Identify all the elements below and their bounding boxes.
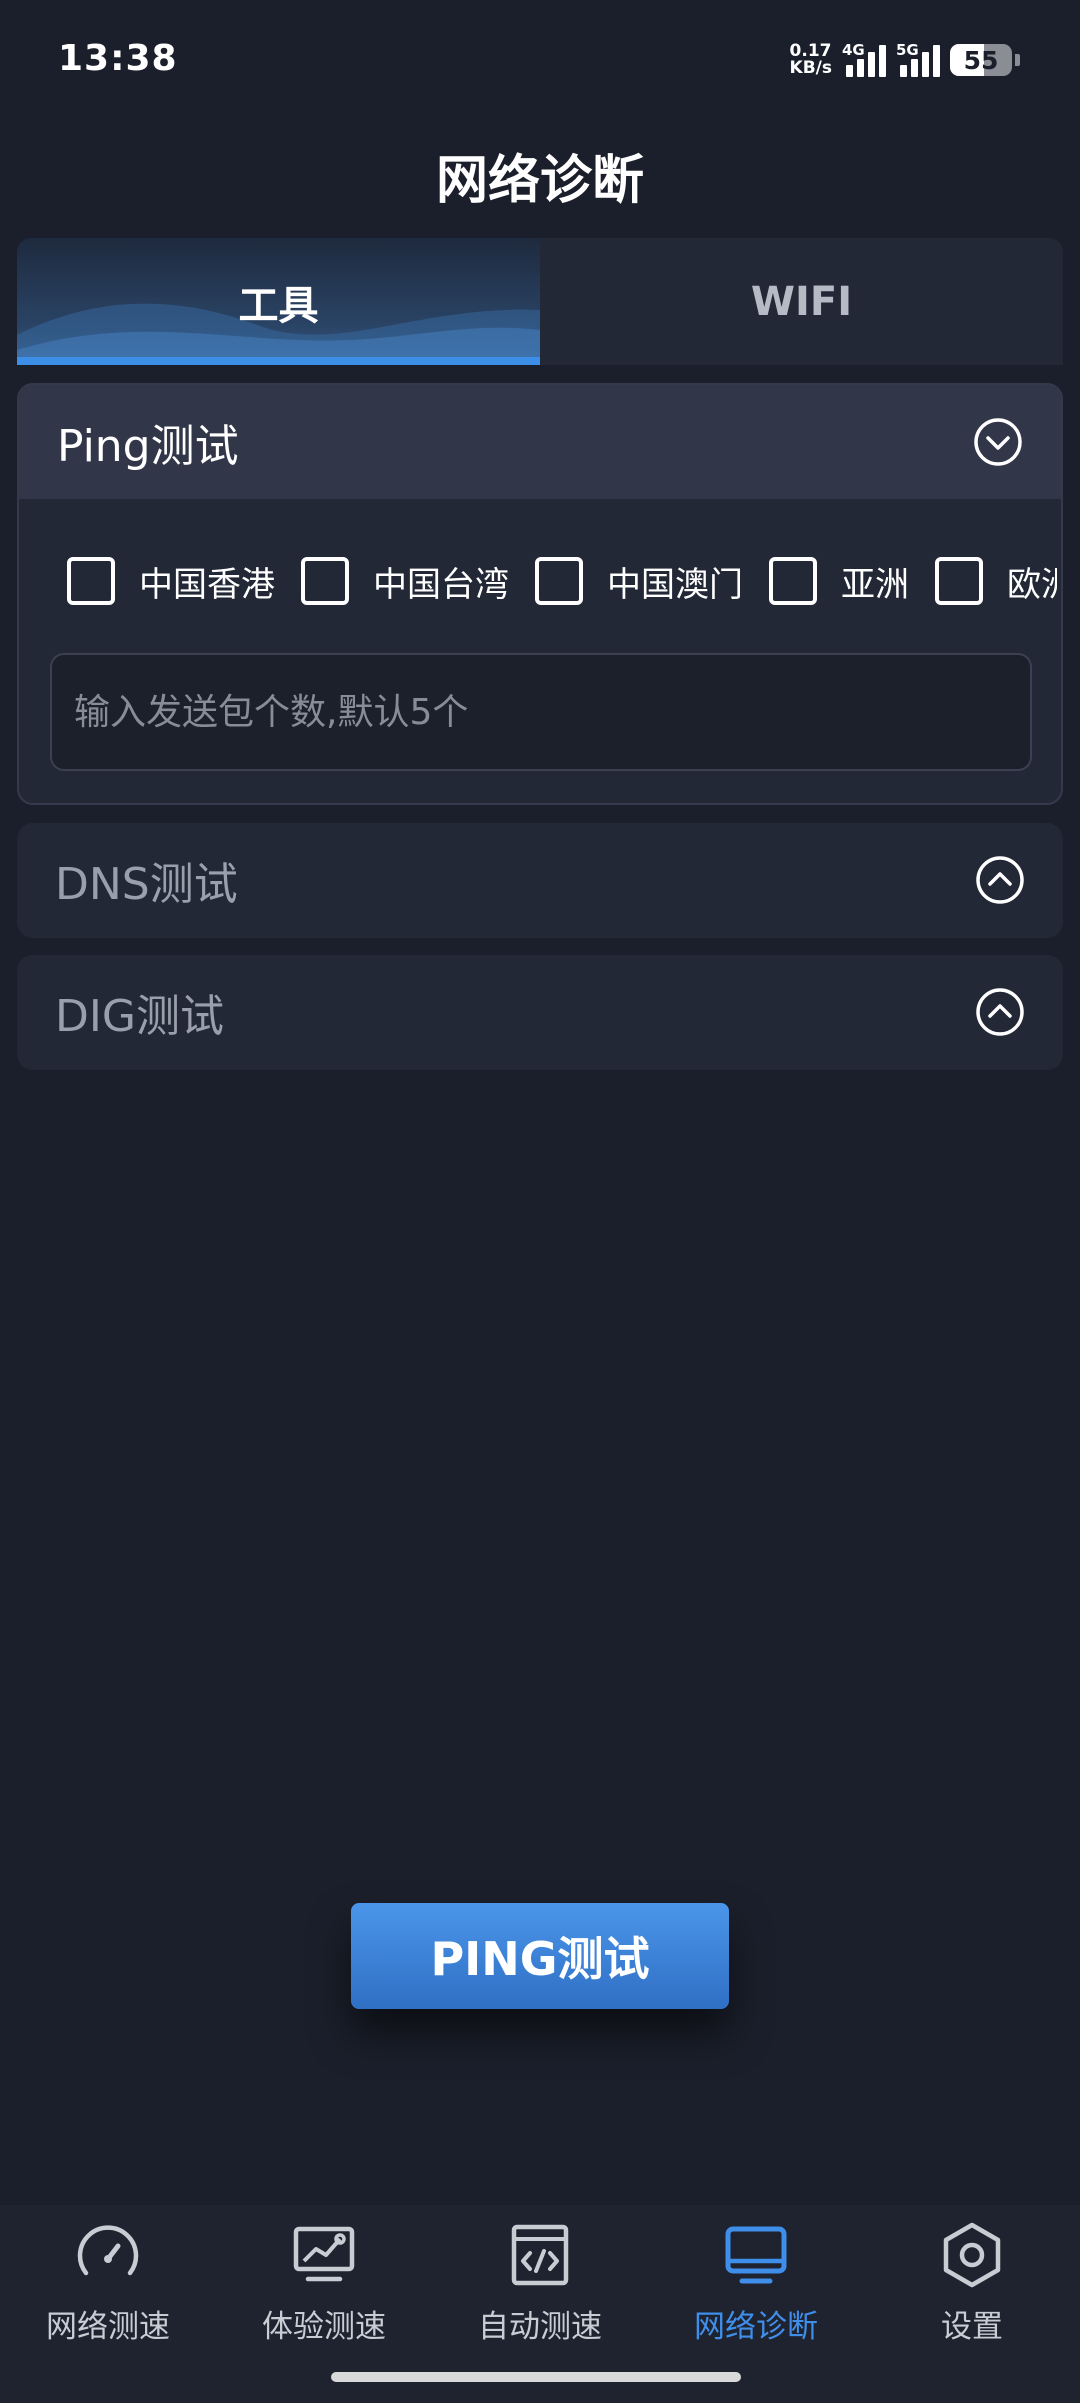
region-label: 中国台湾 <box>373 564 509 605</box>
region-option-macau[interactable]: 中国澳门 <box>535 557 743 606</box>
signal-bar <box>857 59 864 77</box>
region-label: 欧洲 <box>1007 564 1057 605</box>
signal-bar <box>922 52 929 77</box>
signal-bar <box>846 65 853 77</box>
tab-wifi[interactable]: WIFI <box>540 238 1063 365</box>
signal-bar <box>933 45 940 77</box>
ping-test-panel: Ping测试 中国香港 中国台湾 中国澳门 亚洲 欧洲 <box>17 383 1063 805</box>
nav-label: 网络测速 <box>46 2309 170 2345</box>
nav-label: 体验测速 <box>262 2309 386 2345</box>
network-speed-unit: KB/s <box>789 58 832 78</box>
tab-wifi-label: WIFI <box>750 278 853 325</box>
signal-5g-icon: 5G <box>896 41 940 77</box>
dns-test-header[interactable]: DNS测试 <box>17 823 1063 937</box>
signal-bar <box>879 45 886 77</box>
signal-bar <box>911 59 918 77</box>
ping-test-header[interactable]: Ping测试 <box>19 385 1061 499</box>
desktop-icon <box>725 2226 787 2284</box>
battery-level: 55 <box>963 45 999 75</box>
chevron-up-circle-icon[interactable] <box>975 987 1025 1037</box>
tab-bar: 工具 WIFI <box>17 238 1063 365</box>
dns-test-title: DNS测试 <box>55 859 238 910</box>
region-option-europe[interactable]: 欧洲 <box>935 557 1057 606</box>
speedometer-icon <box>77 2225 139 2276</box>
tab-tools-label: 工具 <box>238 282 319 329</box>
nav-item-settings[interactable]: 设置 <box>864 2205 1080 2403</box>
region-option-asia[interactable]: 亚洲 <box>769 557 909 606</box>
dig-test-title: DIG测试 <box>55 991 224 1042</box>
chevron-up-circle-icon[interactable] <box>975 855 1025 905</box>
region-label: 中国香港 <box>139 564 275 605</box>
dig-test-panel[interactable]: DIG测试 <box>17 955 1063 1070</box>
signal-4g-label: 4G <box>842 41 865 59</box>
nav-label: 设置 <box>941 2309 1003 2345</box>
status-indicators: 0.17 KB/s 4G 5G 55 <box>790 40 1020 80</box>
nav-label: 自动测速 <box>478 2309 602 2345</box>
battery-tip <box>1015 54 1020 66</box>
checkbox[interactable] <box>301 557 349 605</box>
region-label: 亚洲 <box>841 564 909 605</box>
tab-active-indicator <box>17 357 540 365</box>
nav-item-speed-test[interactable]: 网络测速 <box>0 2205 216 2403</box>
network-speed: 0.17 KB/s <box>790 43 832 77</box>
ping-test-title: Ping测试 <box>57 421 239 472</box>
status-time: 13:38 <box>58 38 178 79</box>
checkbox[interactable] <box>935 557 983 605</box>
hexagon-settings-icon <box>943 2222 1001 2288</box>
region-label: 中国澳门 <box>607 564 743 605</box>
battery-icon: 55 <box>950 44 1012 76</box>
signal-bar <box>868 52 875 77</box>
tab-tools[interactable]: 工具 <box>17 238 540 365</box>
region-checkbox-list: 中国香港 中国台湾 中国澳门 亚洲 欧洲 <box>67 551 1057 611</box>
signal-5g-label: 5G <box>896 41 919 59</box>
page-title: 网络诊断 <box>435 151 644 211</box>
region-option-taiwan[interactable]: 中国台湾 <box>301 557 509 606</box>
chart-monitor-icon <box>293 2226 355 2282</box>
nav-label: 网络诊断 <box>694 2309 818 2345</box>
packet-count-input[interactable] <box>50 653 1032 771</box>
ping-test-button[interactable]: PING测试 <box>351 1903 729 2009</box>
status-bar: 13:38 0.17 KB/s 4G 5G 55 <box>0 0 1080 120</box>
dns-test-panel[interactable]: DNS测试 <box>17 823 1063 938</box>
checkbox[interactable] <box>67 557 115 605</box>
signal-bar <box>900 65 907 77</box>
checkbox[interactable] <box>535 557 583 605</box>
dig-test-header[interactable]: DIG测试 <box>17 955 1063 1069</box>
chevron-down-circle-icon[interactable] <box>973 417 1023 467</box>
checkbox[interactable] <box>769 557 817 605</box>
home-indicator[interactable] <box>331 2372 741 2382</box>
region-option-hongkong[interactable]: 中国香港 <box>67 557 275 606</box>
signal-4g-icon: 4G <box>842 41 886 77</box>
code-window-icon <box>511 2224 569 2286</box>
